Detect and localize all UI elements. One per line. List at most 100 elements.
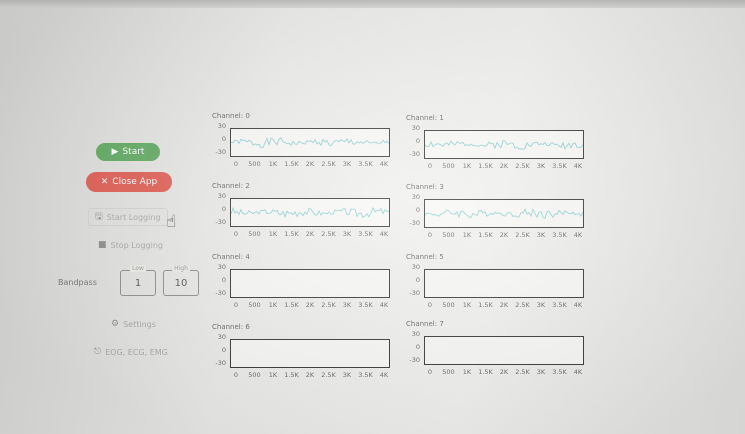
x-axis-ticks: 0 500 1K 1.5K 2K 2.5K 3K 3.5K 4K bbox=[424, 301, 584, 311]
bandpass-low-input[interactable]: Low 1 bbox=[120, 265, 156, 296]
y-tick-label: 0 bbox=[221, 276, 226, 284]
channel-plot bbox=[424, 336, 584, 365]
x-tick-label: 0 bbox=[427, 231, 433, 239]
x-tick-label: 1.5K bbox=[478, 368, 493, 376]
y-tick-label: -30 bbox=[215, 148, 226, 156]
x-tick-label: 0 bbox=[233, 371, 239, 379]
x-tick-label: 4K bbox=[573, 231, 583, 239]
floppy-disk-icon: 🖫 bbox=[95, 212, 103, 222]
x-tick-label: 3K bbox=[536, 301, 546, 309]
x-tick-label: 3.5K bbox=[358, 160, 373, 168]
y-tick-label: 0 bbox=[221, 135, 226, 143]
channel-panel: Channel: 3 30 0 -30 0 500 1K 1.5K 2K 2.5K 3K 3.5K 4K bbox=[406, 183, 586, 253]
x-tick-label: 4K bbox=[379, 301, 389, 309]
x-tick-label: 500 bbox=[442, 162, 455, 170]
channel-panel: Channel: 7 30 0 -30 0 500 1K 1.5K 2K 2.5K 3K 3.5K 4K bbox=[406, 320, 586, 390]
x-tick-label: 3.5K bbox=[358, 371, 373, 379]
x-axis-ticks: 0 500 1K 1.5K 2K 2.5K 3K 3.5K 4K bbox=[230, 160, 390, 170]
channel-plot bbox=[230, 128, 390, 157]
bandpass-low-caption: Low bbox=[130, 265, 146, 272]
x-axis-ticks: 0 500 1K 1.5K 2K 2.5K 3K 3.5K 4K bbox=[424, 231, 584, 241]
channel-title: Channel: 6 bbox=[212, 323, 250, 331]
bandpass-label: Bandpass bbox=[58, 278, 97, 287]
x-tick-label: 1K bbox=[268, 371, 278, 379]
channel-panel: Channel: 2 30 0 -30 0 500 1K 1.5K 2K 2.5K 3K 3.5K 4K bbox=[212, 182, 392, 252]
y-tick-label: -30 bbox=[409, 219, 420, 227]
y-tick-label: 30 bbox=[217, 263, 226, 271]
x-tick-label: 3K bbox=[342, 301, 352, 309]
channel-title: Channel: 4 bbox=[212, 253, 250, 261]
y-tick-label: 30 bbox=[217, 192, 226, 200]
x-axis-ticks: 0 500 1K 1.5K 2K 2.5K 3K 3.5K 4K bbox=[230, 301, 390, 311]
x-tick-label: 2.5K bbox=[515, 231, 530, 239]
y-tick-label: 30 bbox=[411, 263, 420, 271]
x-tick-label: 0 bbox=[427, 301, 433, 309]
x-tick-label: 3K bbox=[536, 231, 546, 239]
x-tick-label: 1K bbox=[268, 160, 278, 168]
x-tick-label: 2.5K bbox=[515, 301, 530, 309]
settings-button[interactable]: ⚙ Settings bbox=[111, 319, 156, 329]
x-axis-ticks: 0 500 1K 1.5K 2K 2.5K 3K 3.5K 4K bbox=[424, 162, 584, 172]
x-tick-label: 2K bbox=[499, 231, 509, 239]
x-tick-label: 1.5K bbox=[284, 371, 299, 379]
x-tick-label: 3K bbox=[342, 230, 352, 238]
y-tick-label: 0 bbox=[221, 346, 226, 354]
x-tick-label: 2.5K bbox=[321, 301, 336, 309]
y-tick-label: 0 bbox=[415, 343, 420, 351]
x-tick-label: 500 bbox=[442, 301, 455, 309]
x-tick-label: 1.5K bbox=[478, 231, 493, 239]
signal-trace bbox=[231, 206, 389, 219]
x-tick-label: 1.5K bbox=[478, 162, 493, 170]
stop-logging-button[interactable]: ■ Stop Logging bbox=[98, 240, 163, 250]
x-axis-ticks: 0 500 1K 1.5K 2K 2.5K 3K 3.5K 4K bbox=[424, 368, 584, 378]
close-app-button[interactable]: ✕ Close App bbox=[86, 172, 172, 192]
x-tick-label: 2K bbox=[305, 230, 315, 238]
x-tick-label: 4K bbox=[573, 368, 583, 376]
x-tick-label: 3.5K bbox=[552, 368, 567, 376]
bandpass-high-caption: High bbox=[172, 265, 190, 272]
channel-plot bbox=[424, 130, 584, 159]
x-tick-label: 0 bbox=[233, 160, 239, 168]
channel-plot bbox=[230, 198, 390, 227]
x-tick-label: 0 bbox=[233, 230, 239, 238]
x-tick-label: 1K bbox=[268, 230, 278, 238]
x-tick-label: 500 bbox=[442, 231, 455, 239]
y-tick-label: -30 bbox=[409, 150, 420, 158]
x-tick-label: 500 bbox=[442, 368, 455, 376]
channel-title: Channel: 0 bbox=[212, 112, 250, 120]
bandpass-high-input[interactable]: High 10 bbox=[163, 265, 199, 296]
y-tick-label: -30 bbox=[215, 218, 226, 226]
control-sidebar: ▶ Start ✕ Close App 🖫 Start Logging ☝ ■ … bbox=[0, 0, 205, 434]
y-tick-label: -30 bbox=[409, 289, 420, 297]
hand-pointer-icon: ☝ bbox=[166, 212, 177, 232]
x-tick-label: 3K bbox=[536, 368, 546, 376]
y-tick-label: 0 bbox=[415, 137, 420, 145]
eog-ecg-emg-button[interactable]: ⎋ EOG, ECG, EMG bbox=[94, 347, 168, 357]
x-tick-label: 2K bbox=[499, 162, 509, 170]
x-tick-label: 4K bbox=[379, 160, 389, 168]
x-tick-label: 2.5K bbox=[321, 230, 336, 238]
x-tick-label: 3K bbox=[342, 160, 352, 168]
x-tick-label: 0 bbox=[233, 301, 239, 309]
start-logging-button[interactable]: 🖫 Start Logging bbox=[88, 208, 168, 226]
x-tick-label: 1.5K bbox=[478, 301, 493, 309]
y-tick-label: -30 bbox=[215, 289, 226, 297]
channel-title: Channel: 1 bbox=[406, 114, 444, 122]
x-tick-label: 0 bbox=[427, 162, 433, 170]
signal-trace-svg bbox=[425, 140, 583, 150]
x-tick-label: 1.5K bbox=[284, 301, 299, 309]
y-tick-label: 30 bbox=[217, 122, 226, 130]
x-tick-label: 3.5K bbox=[552, 231, 567, 239]
channel-plot bbox=[424, 199, 584, 228]
x-axis-ticks: 0 500 1K 1.5K 2K 2.5K 3K 3.5K 4K bbox=[230, 371, 390, 381]
channel-title: Channel: 7 bbox=[406, 320, 444, 328]
x-tick-label: 2K bbox=[305, 301, 315, 309]
play-icon: ▶ bbox=[111, 147, 119, 157]
exit-icon: ⎋ bbox=[94, 347, 102, 357]
start-button[interactable]: ▶ Start bbox=[96, 143, 160, 161]
x-tick-label: 1.5K bbox=[284, 230, 299, 238]
signal-trace bbox=[425, 208, 583, 219]
x-tick-label: 1K bbox=[462, 162, 472, 170]
close-app-button-label: Close App bbox=[112, 177, 158, 187]
x-tick-label: 500 bbox=[248, 301, 261, 309]
